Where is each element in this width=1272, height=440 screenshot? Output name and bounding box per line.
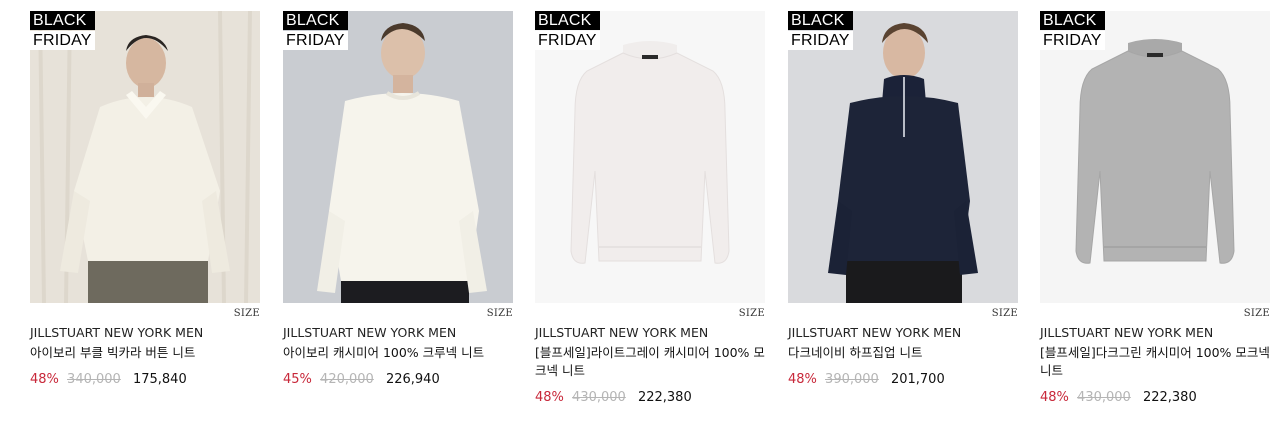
badge-line-1: BLACK bbox=[788, 11, 853, 30]
product-name[interactable]: 아이보리 부클 빅카라 버튼 니트 bbox=[30, 344, 260, 362]
product-card[interactable]: BLACK FRIDAY SIZE JILLSTUART NEW YORK ME… bbox=[535, 11, 765, 407]
original-price: 430,000 bbox=[572, 390, 626, 405]
product-name[interactable]: [블프세일]다크그린 캐시미어 100% 모크넥 니트 bbox=[1040, 344, 1270, 380]
size-button[interactable]: SIZE bbox=[234, 308, 260, 319]
sale-price: 222,380 bbox=[637, 390, 692, 405]
flatlay-light-grey-mockneck bbox=[535, 11, 765, 303]
product-name[interactable]: 아이보리 캐시미어 100% 크루넥 니트 bbox=[283, 344, 513, 362]
product-card[interactable]: BLACK FRIDAY SIZE JILLSTUART NEW YORK ME… bbox=[30, 11, 260, 389]
flatlay-grey-mockneck bbox=[1040, 11, 1270, 303]
badge-line-1: BLACK bbox=[1040, 11, 1105, 30]
original-price: 430,000 bbox=[1077, 390, 1131, 405]
product-image[interactable]: BLACK FRIDAY bbox=[30, 11, 260, 303]
brand-name: JILLSTUART NEW YORK MEN bbox=[788, 325, 962, 340]
sale-price: 201,700 bbox=[890, 372, 945, 387]
badge-line-1: BLACK bbox=[30, 11, 95, 30]
product-image[interactable]: BLACK FRIDAY bbox=[535, 11, 765, 303]
discount-rate: 48% bbox=[1040, 390, 1069, 405]
product-grid: BLACK FRIDAY SIZE JILLSTUART NEW YORK ME… bbox=[0, 0, 1272, 440]
original-price: 340,000 bbox=[67, 372, 121, 387]
price-row: 48% 340,000 175,840 bbox=[30, 371, 260, 389]
price-row: 48% 430,000 222,380 bbox=[535, 389, 765, 407]
sale-price: 226,940 bbox=[385, 372, 440, 387]
badge-line-2: FRIDAY bbox=[535, 31, 600, 50]
price-row: 48% 430,000 222,380 bbox=[1040, 389, 1270, 407]
price-row: 48% 390,000 201,700 bbox=[788, 371, 1018, 389]
product-card[interactable]: BLACK FRIDAY SIZE JILLSTUART NEW YORK ME… bbox=[788, 11, 1018, 389]
black-friday-badge: BLACK FRIDAY bbox=[788, 11, 853, 50]
size-button[interactable]: SIZE bbox=[739, 308, 765, 319]
product-card[interactable]: BLACK FRIDAY SIZE JILLSTUART NEW YORK ME… bbox=[1040, 11, 1270, 407]
product-name[interactable]: [블프세일]라이트그레이 캐시미어 100% 모크넥 니트 bbox=[535, 344, 765, 380]
product-name[interactable]: 다크네이비 하프집업 니트 bbox=[788, 344, 1018, 362]
badge-line-2: FRIDAY bbox=[283, 31, 348, 50]
badge-line-2: FRIDAY bbox=[30, 31, 95, 50]
discount-rate: 48% bbox=[535, 390, 564, 405]
product-card[interactable]: BLACK FRIDAY SIZE JILLSTUART NEW YORK ME… bbox=[283, 11, 513, 389]
brand-name: JILLSTUART NEW YORK MEN bbox=[1040, 325, 1214, 340]
original-price: 420,000 bbox=[320, 372, 374, 387]
badge-line-1: BLACK bbox=[535, 11, 600, 30]
black-friday-badge: BLACK FRIDAY bbox=[283, 11, 348, 50]
brand-name: JILLSTUART NEW YORK MEN bbox=[30, 325, 204, 340]
original-price: 390,000 bbox=[825, 372, 879, 387]
price-row: 45% 420,000 226,940 bbox=[283, 371, 513, 389]
badge-line-2: FRIDAY bbox=[788, 31, 853, 50]
brand-name: JILLSTUART NEW YORK MEN bbox=[535, 325, 709, 340]
product-image[interactable]: BLACK FRIDAY bbox=[1040, 11, 1270, 303]
discount-rate: 48% bbox=[788, 372, 817, 387]
size-button[interactable]: SIZE bbox=[487, 308, 513, 319]
black-friday-badge: BLACK FRIDAY bbox=[30, 11, 95, 50]
product-image[interactable]: BLACK FRIDAY bbox=[788, 11, 1018, 303]
model-photo-navy-half-zip bbox=[788, 11, 1018, 303]
model-photo-ivory-crewneck bbox=[283, 11, 513, 303]
product-image[interactable]: BLACK FRIDAY bbox=[283, 11, 513, 303]
badge-line-1: BLACK bbox=[283, 11, 348, 30]
discount-rate: 45% bbox=[283, 372, 312, 387]
size-button[interactable]: SIZE bbox=[992, 308, 1018, 319]
brand-name: JILLSTUART NEW YORK MEN bbox=[283, 325, 457, 340]
sale-price: 222,380 bbox=[1142, 390, 1197, 405]
sale-price: 175,840 bbox=[132, 372, 187, 387]
badge-line-2: FRIDAY bbox=[1040, 31, 1105, 50]
model-photo-ivory-collar-knit bbox=[30, 11, 260, 303]
black-friday-badge: BLACK FRIDAY bbox=[1040, 11, 1105, 50]
black-friday-badge: BLACK FRIDAY bbox=[535, 11, 600, 50]
size-button[interactable]: SIZE bbox=[1244, 308, 1270, 319]
discount-rate: 48% bbox=[30, 372, 59, 387]
